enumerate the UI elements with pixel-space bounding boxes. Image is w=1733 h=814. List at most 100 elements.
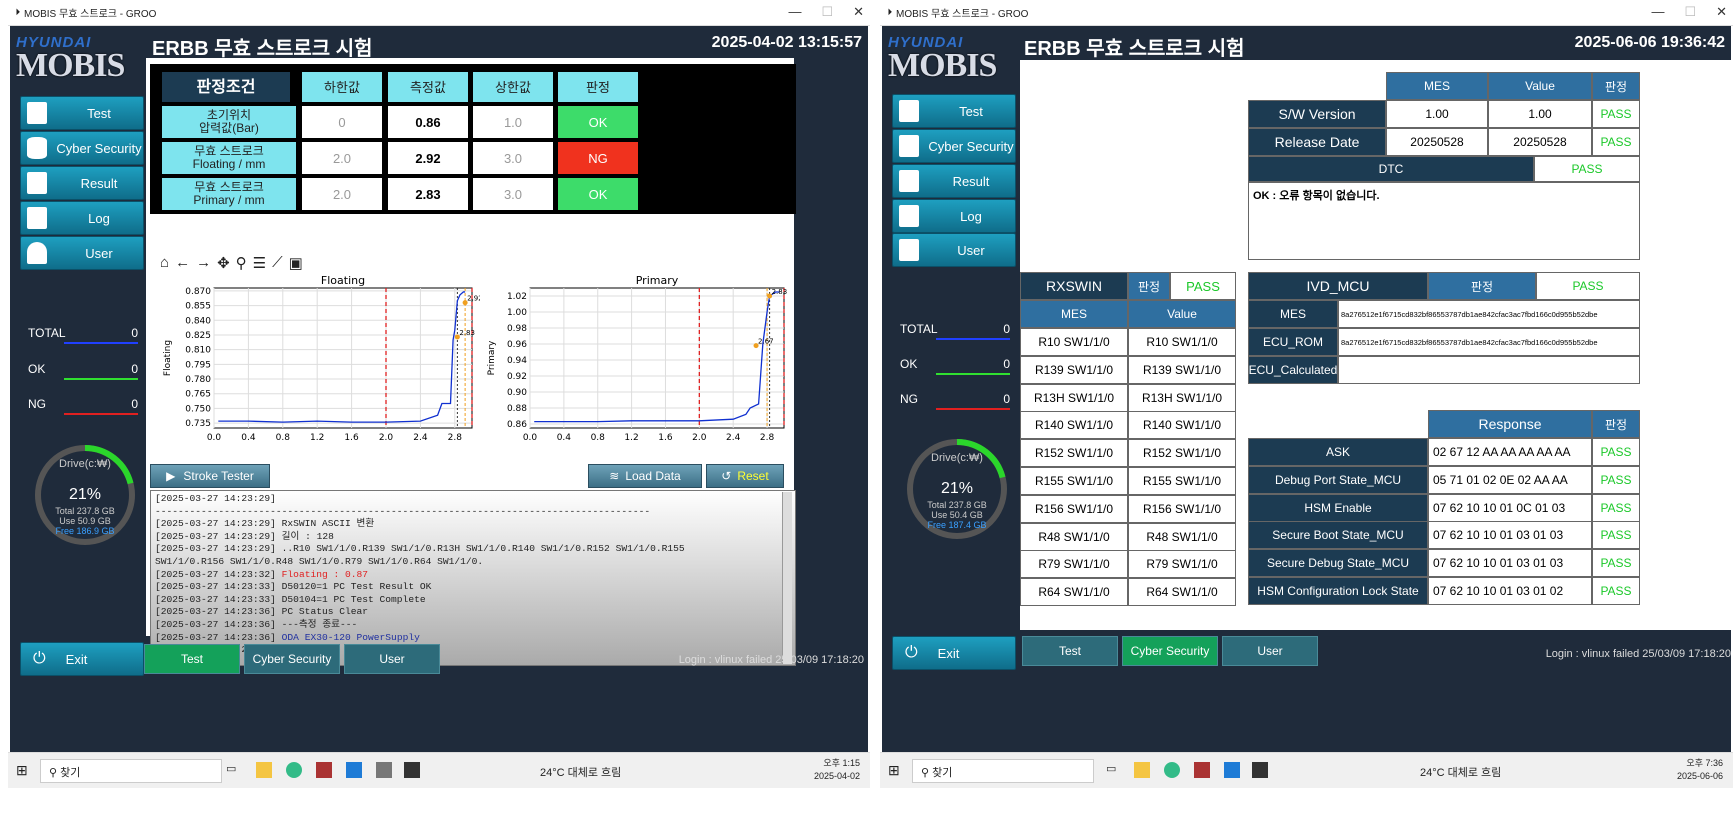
forward-icon[interactable]: →	[196, 254, 211, 272]
x-tick-label: 2.4	[726, 433, 741, 443]
nav-result-button[interactable]: Result	[20, 166, 144, 200]
save-icon[interactable]: ▣	[289, 254, 303, 272]
play-icon: ▶	[166, 469, 176, 483]
lower-value: 2.0	[302, 178, 382, 210]
x-tick-label: 0.0	[207, 433, 222, 443]
play-icon	[899, 100, 919, 122]
nav-test-button[interactable]: Test	[892, 94, 1016, 128]
upper-value: 3.0	[473, 178, 553, 210]
measured-value: 0.86	[388, 106, 468, 138]
y-tick-label: 0.795	[185, 360, 211, 370]
sw-header-mes: MES	[1386, 72, 1488, 100]
release-date-label: Release Date	[1248, 128, 1386, 156]
tab-cyber-security[interactable]: Cyber Security	[1122, 636, 1218, 666]
home-icon[interactable]: ⌂	[160, 254, 169, 272]
rxswin-value-cell: R139 SW1/1/0	[1128, 355, 1236, 384]
row-label: 무효 스트로크 Floating / mm	[162, 142, 296, 174]
back-icon[interactable]: ←	[175, 254, 190, 272]
chrome-icon[interactable]	[1164, 762, 1180, 778]
y-axis-label: Primary	[487, 340, 497, 375]
folder-icon[interactable]	[1134, 762, 1150, 778]
resp-row-label: Secure Boot State_MCU	[1248, 521, 1428, 550]
close-button[interactable]: ✕	[853, 4, 864, 20]
load-data-button[interactable]: ≋ Load Data	[588, 464, 702, 488]
result-badge: OK	[558, 178, 638, 210]
rxswin-title: RXSWIN	[1020, 272, 1128, 300]
nav-user-button[interactable]: User	[892, 233, 1016, 267]
mobis-app-icon[interactable]	[1252, 762, 1268, 778]
mobis-app-icon[interactable]	[404, 762, 420, 778]
ivd-title: IVD_MCU	[1248, 272, 1428, 300]
resp-row-value: 02 67 12 AA AA AA AA AA	[1428, 438, 1592, 466]
minimize-button[interactable]: —	[788, 4, 801, 20]
maximize-button[interactable]: ☐	[821, 4, 833, 20]
taskbar-search[interactable]: ⚲ 찾기	[40, 759, 222, 783]
point-label: 2.83	[459, 329, 475, 337]
log-line: [2025-03-27 14:23:29] RxSWIN ASCII 변환	[155, 518, 375, 530]
zoom-icon[interactable]: ⚲	[236, 254, 247, 272]
drive-use: Use 50.4 GB	[931, 510, 983, 520]
nav-cyber-security-button[interactable]: Cyber Security	[892, 129, 1016, 163]
dtc-label: DTC	[1248, 156, 1534, 182]
task-view-icon[interactable]: ▭	[226, 762, 242, 778]
ok-stat: OK 0	[900, 357, 1010, 375]
drive-free: Free 187.4 GB	[927, 520, 987, 530]
x-tick-label: 0.4	[557, 433, 572, 443]
windows-start-icon[interactable]: ⊞	[888, 762, 900, 779]
reset-button[interactable]: ↺ Reset	[706, 464, 784, 488]
app-icon: 🞂	[16, 7, 20, 18]
axes-icon[interactable]: ⟋	[272, 254, 283, 272]
y-tick-label: 0.840	[185, 316, 211, 326]
minimize-button[interactable]: —	[1651, 4, 1664, 20]
exit-button[interactable]: ⏻ Exit	[892, 636, 1016, 670]
folder-icon[interactable]	[256, 762, 272, 778]
close-button[interactable]: ✕	[1716, 4, 1727, 20]
rxswin-value-cell: R10 SW1/1/0	[1128, 328, 1236, 356]
task-view-icon[interactable]: ▭	[1106, 762, 1122, 778]
y-tick-label: 0.810	[185, 346, 211, 356]
sidebar: HYUNDAI MOBIS Test Cyber Security Result…	[882, 26, 1020, 752]
nav-log-button[interactable]: Log	[20, 201, 144, 235]
pan-icon[interactable]: ✥	[217, 254, 230, 272]
windows-start-icon[interactable]: ⊞	[16, 762, 28, 779]
y-tick-label: 1.00	[507, 308, 527, 318]
chrome-icon[interactable]	[286, 762, 302, 778]
tab-test[interactable]: Test	[144, 644, 240, 674]
taskbar-search[interactable]: ⚲ 찾기	[912, 759, 1094, 783]
app-icon[interactable]	[316, 762, 332, 778]
app-icon[interactable]	[1194, 762, 1210, 778]
logo: HYUNDAI MOBIS	[888, 34, 997, 84]
rxswin-value-cell: R13H SW1/1/0	[1128, 383, 1236, 412]
nav-test-button[interactable]: Test	[20, 96, 144, 130]
x-tick-label: 0.8	[276, 433, 291, 443]
drive-label: Drive(c:₩)	[931, 452, 983, 464]
rxswin-mes-cell: R10 SW1/1/0	[1020, 328, 1128, 356]
tab-cyber-security[interactable]: Cyber Security	[244, 644, 340, 674]
bottom-tabs: Test Cyber Security User	[1022, 636, 1322, 666]
sw-version-label: S/W Version	[1248, 100, 1386, 128]
tab-user[interactable]: User	[344, 644, 440, 674]
y-tick-label: 0.780	[185, 375, 211, 385]
app-icon[interactable]	[376, 762, 392, 778]
nav-cyber-security-button[interactable]: Cyber Security	[20, 131, 144, 165]
taskbar: ⊞ ⚲ 찾기 ▭ 24°C 대체로 흐림 오후 1:15 2025-04-02	[8, 752, 870, 788]
tab-test[interactable]: Test	[1022, 636, 1118, 666]
log-panel[interactable]: [2025-03-27 14:23:29] -------------------…	[150, 490, 796, 666]
dtc-message: OK : 오류 항목이 없습니다.	[1248, 182, 1640, 260]
tab-user[interactable]: User	[1222, 636, 1318, 666]
bottom-tabs: Test Cyber Security User	[144, 644, 444, 674]
nav-user-button[interactable]: User	[20, 236, 144, 270]
vscode-icon[interactable]	[346, 762, 362, 778]
nav-result-button[interactable]: Result	[892, 164, 1016, 198]
configure-icon[interactable]: ☰	[253, 254, 266, 272]
vscode-icon[interactable]	[1224, 762, 1240, 778]
lower-value: 2.0	[302, 142, 382, 174]
maximize-button[interactable]: ☐	[1684, 4, 1696, 20]
log-scrollbar[interactable]	[782, 492, 792, 664]
floppy-icon	[27, 207, 47, 229]
rxswin-mes-cell: R79 SW1/1/0	[1020, 550, 1128, 579]
nav-log-button[interactable]: Log	[892, 199, 1016, 233]
stroke-tester-button[interactable]: ▶ Stroke Tester	[150, 464, 270, 488]
exit-button[interactable]: ⏻ Exit	[20, 642, 144, 676]
x-tick-label: 2.0	[379, 433, 394, 443]
